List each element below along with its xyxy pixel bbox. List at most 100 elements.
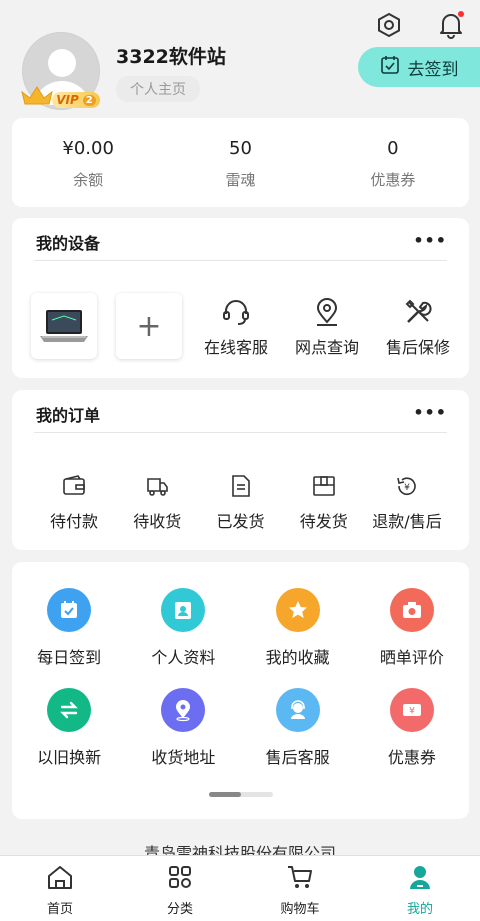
tab-label: 分类 (166, 902, 193, 917)
stat-value: 0 (387, 138, 399, 159)
devices-card: 我的设备 ••• + 在线客服 网点查询 售后保修 (12, 218, 469, 378)
customer-service-icon (275, 688, 320, 732)
tool-label: 收货地址 (151, 748, 216, 767)
user-icon (407, 864, 433, 894)
company-name: 青岛雷神科技股份有限公司 (143, 844, 336, 856)
plus-icon: + (136, 308, 162, 344)
order-label: 退款/售后 (372, 512, 442, 531)
tool-label: 个人资料 (151, 648, 216, 667)
stat-label: 雷魂 (225, 171, 256, 189)
divider (34, 260, 447, 261)
calendar-check-icon (380, 55, 400, 80)
tool-review[interactable]: 晒单评价 (355, 588, 469, 668)
stats-card: ¥0.00 余额 50 雷魂 0 优惠券 (12, 118, 469, 207)
tools-icon (376, 296, 460, 328)
location-pin-icon (285, 296, 369, 328)
more-icon[interactable]: ••• (413, 233, 447, 249)
svg-text:¥: ¥ (409, 707, 415, 717)
order-refund[interactable]: ¥ 退款/售后 (367, 472, 447, 532)
tab-home[interactable]: 首页 (0, 856, 120, 921)
order-label: 已发货 (216, 512, 265, 531)
tab-category[interactable]: 分类 (120, 856, 240, 921)
crown-icon (20, 84, 54, 110)
order-pending-payment[interactable]: 待付款 (34, 472, 114, 532)
star-icon (275, 588, 320, 632)
tool-label: 每日签到 (37, 648, 102, 667)
wallet-icon (34, 472, 114, 500)
stat-label: 优惠券 (370, 171, 416, 189)
page-indicator-active (209, 792, 241, 797)
signin-label: 去签到 (407, 59, 459, 80)
camera-icon (389, 588, 434, 632)
page-indicator (209, 792, 273, 797)
service-label: 售后保修 (385, 338, 450, 357)
stat-coupons[interactable]: 0 优惠券 (317, 118, 469, 207)
headset-icon (194, 296, 278, 328)
order-label: 待发货 (299, 512, 348, 531)
signin-button[interactable]: 去签到 (358, 47, 480, 87)
tool-after-sales-service[interactable]: 售后客服 (241, 688, 355, 768)
tool-coupons[interactable]: ¥ 优惠券 (355, 688, 469, 768)
service-warranty[interactable]: 售后保修 (376, 296, 460, 358)
tool-label: 晒单评价 (379, 648, 444, 667)
bottom-tab-bar: 首页 分类 购物车 我的 (0, 855, 480, 921)
tool-address[interactable]: 收货地址 (126, 688, 240, 768)
cart-icon (286, 864, 314, 894)
home-icon (46, 864, 74, 894)
tool-favorites[interactable]: 我的收藏 (241, 588, 355, 668)
stat-balance[interactable]: ¥0.00 余额 (12, 118, 164, 207)
category-grid-icon (167, 864, 193, 894)
tool-label: 售后客服 (265, 748, 330, 767)
stat-label: 余额 (73, 171, 104, 189)
exchange-icon (47, 688, 92, 732)
id-card-icon (161, 588, 206, 632)
calendar-check-icon (47, 588, 92, 632)
tool-profile[interactable]: 个人资料 (126, 588, 240, 668)
vip-label: VIP (56, 93, 79, 107)
orders-card: 我的订单 ••• 待付款 待收货 已发货 待发货 ¥ 退款/售后 (12, 390, 469, 550)
svg-text:¥: ¥ (404, 483, 410, 493)
tool-daily-signin[interactable]: 每日签到 (12, 588, 126, 668)
username: 3322软件站 (116, 46, 226, 68)
order-status-row: 待付款 待收货 已发货 待发货 ¥ 退款/售后 (34, 472, 447, 532)
order-shipped[interactable]: 已发货 (201, 472, 281, 532)
stat-leihun[interactable]: 50 雷魂 (164, 118, 316, 207)
tab-label: 首页 (46, 902, 73, 917)
vip-badge: VIP 2 (52, 92, 100, 108)
order-label: 待收货 (133, 512, 182, 531)
homepage-link[interactable]: 个人主页 (116, 76, 200, 102)
vip-level: 2 (82, 94, 96, 106)
tool-trade-in[interactable]: 以旧换新 (12, 688, 126, 768)
notification-dot (458, 11, 464, 17)
more-icon[interactable]: ••• (413, 405, 447, 421)
tool-label: 我的收藏 (265, 648, 330, 667)
orders-title: 我的订单 (36, 406, 101, 425)
tool-label: 优惠券 (387, 748, 436, 767)
box-icon (284, 472, 364, 500)
stat-value: ¥0.00 (62, 138, 114, 159)
order-pending-shipment[interactable]: 待发货 (284, 472, 364, 532)
service-label: 网点查询 (294, 338, 359, 357)
devices-title: 我的设备 (36, 234, 101, 253)
stat-value: 50 (229, 138, 252, 159)
map-pin-icon (161, 688, 206, 732)
order-label: 待付款 (49, 512, 98, 531)
document-icon (201, 472, 281, 500)
tab-label: 我的 (406, 902, 433, 917)
tab-mine[interactable]: 我的 (360, 856, 480, 921)
order-pending-receipt[interactable]: 待收货 (117, 472, 197, 532)
tab-label: 购物车 (280, 902, 320, 917)
service-label: 在线客服 (203, 338, 268, 357)
laptop-device-thumbnail[interactable] (31, 293, 97, 359)
tab-cart[interactable]: 购物车 (240, 856, 360, 921)
tools-card: 每日签到 个人资料 我的收藏 晒单评价 以旧换新 收货地址 售后客服 ¥ 优惠券 (12, 562, 469, 819)
truck-icon (117, 472, 197, 500)
service-outlet-search[interactable]: 网点查询 (285, 296, 369, 358)
service-online-support[interactable]: 在线客服 (194, 296, 278, 358)
add-device-button[interactable]: + (116, 293, 182, 359)
divider (34, 432, 447, 433)
refund-icon: ¥ (367, 472, 447, 500)
tool-grid: 每日签到 个人资料 我的收藏 晒单评价 以旧换新 收货地址 售后客服 ¥ 优惠券 (12, 588, 469, 768)
coupon-icon: ¥ (389, 688, 434, 732)
tool-label: 以旧换新 (37, 748, 102, 767)
